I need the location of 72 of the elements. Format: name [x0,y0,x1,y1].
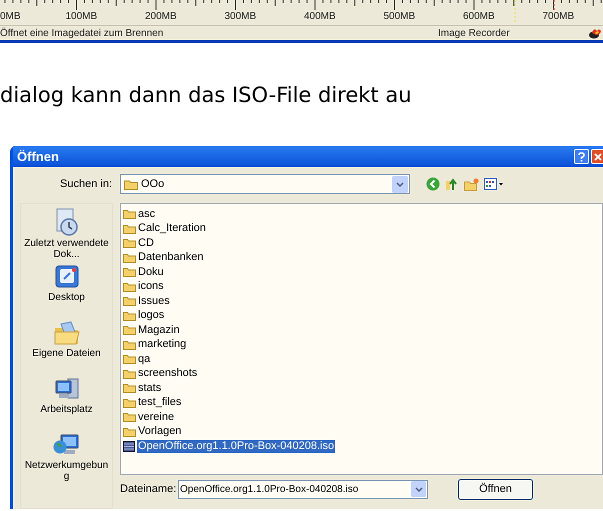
folder-icon [123,238,136,248]
file-list-item[interactable]: test_files [123,396,602,410]
places-item[interactable]: Zuletzt verwendete Dok... [21,204,112,260]
folder-icon [123,426,136,437]
folder-icon [123,412,136,422]
close-icon [594,152,602,160]
folder-icon [123,383,136,394]
folder-icon [123,368,136,379]
ruler-label: 100MB [66,11,98,23]
folder-icon [123,224,136,234]
dialog-title: Öffnen [16,148,60,166]
file-list-item[interactable]: Calc_Iteration [123,222,602,236]
folder-icon [123,340,136,350]
folder-icon [123,398,136,408]
places-item[interactable]: Desktop [21,260,112,316]
chevron-down-icon [396,182,404,186]
file-name-label: Dateiname: [120,482,178,497]
file-name-field[interactable]: OpenOffice.org1.1.0Pro-Box-040208.iso [178,480,428,498]
file-list-item[interactable]: asc [123,207,602,222]
chevron-down-icon [414,486,422,492]
file-list-item[interactable]: Vorlagen [123,424,602,439]
file-list-item[interactable]: OpenOffice.org1.1.0Pro-Box-040208.iso [123,439,602,454]
folder-icon [123,310,136,321]
file-list-item[interactable]: screenshots [123,366,602,381]
file-list-item[interactable]: stats [123,381,602,396]
file-list-item[interactable]: marketing [123,338,602,352]
burning-disc-icon [588,27,602,39]
folder-icon [123,252,136,263]
ruler-label: 300MB [224,11,256,23]
ruler-label: 700MB [542,11,574,23]
folder-icon [123,209,136,220]
question-mark-icon [578,152,585,162]
file-list-item[interactable]: icons [123,280,602,294]
look-in-label: Suchen in: [59,176,113,192]
file-list-item[interactable]: Doku [123,265,602,280]
folder-icon [123,296,136,306]
desktop-icon [54,264,80,290]
disc-image-file-icon [123,440,136,452]
folder-icon [123,354,136,364]
status-app-name: Image Recorder [438,26,511,40]
file-list-item[interactable]: Issues [123,294,602,308]
ruler-label: 600MB [463,11,495,23]
new-folder-icon[interactable] [464,178,479,190]
ruler-label: 500MB [384,11,416,23]
folder-icon [123,267,136,278]
open-button[interactable]: Öffnen [458,478,533,500]
open-folder-icon [52,320,80,346]
ruler-label: 400MB [304,11,336,23]
file-list-item[interactable]: Datenbanken [123,250,602,265]
places-item[interactable]: Netzwerkumgebung [21,428,112,484]
ruler-label: 200MB [145,11,177,23]
file-list-item[interactable]: Magazin [123,323,602,338]
places-item[interactable]: Eigene Dateien [21,316,112,372]
body-text: dialog kann dann das ISO-File direkt au [0,82,413,109]
clock-document-icon [54,208,80,236]
ruler-label: 0MB [0,11,21,23]
folder-icon [124,178,138,190]
folder-icon [123,282,136,292]
help-button[interactable] [574,149,589,164]
dropdown-arrow-button[interactable] [411,481,426,497]
look-in-dropdown[interactable]: OOo [120,174,410,194]
file-list-item[interactable]: logos [123,308,602,323]
places-item[interactable]: Arbeitsplatz [21,372,112,428]
file-list-item[interactable]: qa [123,352,602,366]
status-message: Öffnet eine Imagedatei zum Brennen [0,26,164,40]
file-list-item[interactable]: CD [123,236,602,250]
folder-icon [123,325,136,336]
view-menu-icon[interactable] [484,178,504,190]
up-folder-icon[interactable] [445,177,459,191]
file-list-item[interactable]: vereine [123,410,602,424]
close-button[interactable] [591,149,603,164]
dropdown-arrow-button[interactable] [392,176,408,192]
